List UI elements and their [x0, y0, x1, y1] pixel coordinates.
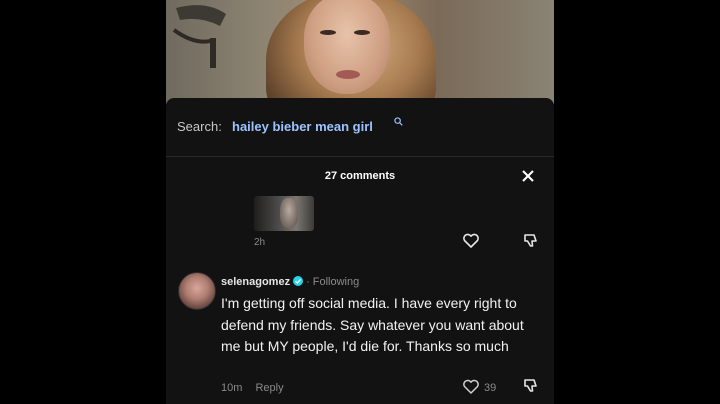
like-count: 39: [484, 382, 497, 394]
search-bar[interactable]: Search: hailey bieber mean girl: [166, 98, 554, 157]
following-label: Following: [312, 276, 360, 288]
right-letterbox: [554, 0, 720, 404]
heart-icon[interactable]: [462, 233, 480, 249]
comment-author-row: selenagomez · Following: [221, 276, 359, 288]
reply-image-thumbnail[interactable]: [254, 196, 314, 231]
thumbs-down-icon[interactable]: [522, 377, 539, 394]
left-letterbox: [0, 0, 166, 404]
comments-count: 27 comments: [324, 170, 396, 182]
person-face: [304, 0, 390, 94]
person-eye-right: [354, 30, 370, 35]
comment-footer: 10m Reply: [221, 382, 284, 394]
reply-button[interactable]: Reply: [255, 382, 283, 394]
verified-badge-icon: [293, 276, 304, 286]
like-heart-icon[interactable]: [462, 379, 480, 395]
video-background-photo: [166, 0, 554, 104]
separator-dot: ·: [306, 276, 310, 288]
close-icon[interactable]: [520, 168, 536, 184]
person-lips: [336, 70, 360, 79]
thumbnail-figure: [280, 198, 298, 228]
lamp-shape: [172, 5, 226, 68]
comment-timestamp: 10m: [221, 382, 243, 394]
reply-timestamp: 2h: [254, 237, 266, 248]
person-eye-left: [320, 30, 336, 35]
avatar[interactable]: [178, 272, 216, 310]
phone-screen: Search: hailey bieber mean girl 27 comme…: [166, 0, 554, 404]
username[interactable]: selenagomez: [221, 276, 290, 288]
comments-sheet: Search: hailey bieber mean girl 27 comme…: [166, 98, 554, 404]
comment-text: I'm getting off social media. I have eve…: [221, 295, 524, 354]
thumbs-down-icon[interactable]: [522, 232, 539, 249]
search-label: Search:: [177, 119, 222, 134]
search-query[interactable]: hailey bieber mean girl: [232, 119, 373, 134]
search-icon[interactable]: [394, 117, 403, 126]
